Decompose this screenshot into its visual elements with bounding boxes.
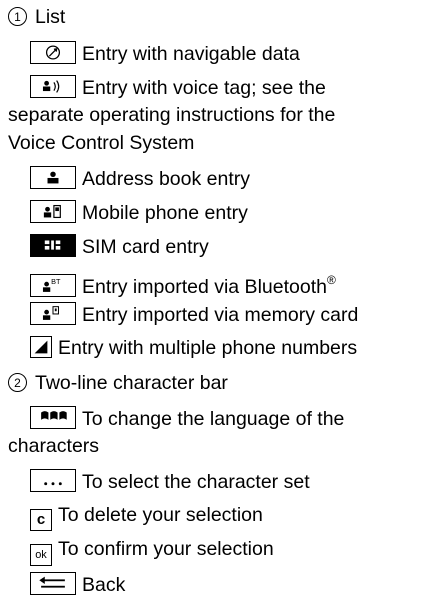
multiple-numbers-icon: [30, 336, 52, 358]
item-label: To change the language of the: [82, 408, 345, 430]
voice-tag-icon: [30, 75, 76, 98]
list-item: To select the character set: [30, 469, 310, 494]
list-item: ok To confirm your selection: [30, 537, 274, 566]
svg-text:BT: BT: [51, 277, 61, 286]
item-label: Entry with navigable data: [82, 43, 300, 65]
item-label: To confirm your selection: [58, 538, 274, 560]
item-label: Entry imported via Bluetooth: [82, 276, 327, 298]
list-item: SIM card entry: [30, 234, 209, 259]
item-label: SIM card entry: [82, 236, 209, 258]
delete-icon: c: [30, 509, 52, 531]
delete-icon-glyph: c: [36, 511, 46, 528]
list-item: Entry imported via memory card: [30, 302, 358, 327]
confirm-icon: ok: [30, 544, 52, 566]
item-label: To select the character set: [82, 471, 310, 493]
character-set-icon: [30, 469, 76, 492]
confirm-icon-glyph: ok: [35, 549, 47, 561]
list-item: Entry with navigable data: [30, 41, 300, 66]
callout-number-2: 2: [8, 373, 27, 392]
list-item: BT Entry imported via Bluetooth®: [30, 268, 336, 299]
language-flags-icon: [30, 406, 76, 429]
navigable-data-icon: [30, 41, 76, 64]
item-continuation: Voice Control System: [8, 132, 195, 154]
item-label: Entry imported via memory card: [82, 304, 359, 326]
section-2-heading: 2 Two-line character bar: [8, 371, 228, 395]
list-item: Mobile phone entry: [30, 200, 248, 225]
registered-mark: ®: [326, 273, 336, 287]
list-item: Entry with voice tag; see the: [30, 75, 326, 100]
item-label: To delete your selection: [58, 504, 263, 526]
item-label: Back: [82, 574, 126, 596]
list-item: To change the language of the: [30, 406, 344, 431]
callout-number-1: 1: [8, 7, 27, 26]
sim-card-icon: [30, 234, 76, 257]
item-label: Address book entry: [82, 168, 251, 190]
list-item: Entry with multiple phone numbers: [30, 336, 357, 360]
section-1-title: List: [35, 6, 66, 28]
section-2-title: Two-line character bar: [35, 372, 228, 394]
item-label: Mobile phone entry: [82, 202, 248, 224]
item-label: Entry with multiple phone numbers: [58, 337, 358, 359]
mobile-phone-icon: [30, 200, 76, 223]
list-item: Back: [30, 572, 125, 597]
list-item: c To delete your selection: [30, 503, 263, 531]
list-item: Address book entry: [30, 166, 250, 191]
back-icon: [30, 572, 76, 595]
item-label: Entry with voice tag; see the: [82, 77, 326, 99]
memory-card-import-icon: [30, 302, 76, 325]
item-continuation: separate operating instructions for the: [8, 104, 336, 126]
bluetooth-import-icon: BT: [30, 274, 76, 297]
item-continuation: characters: [8, 435, 100, 457]
address-book-icon: [30, 166, 76, 189]
section-1-heading: 1 List: [8, 5, 65, 29]
